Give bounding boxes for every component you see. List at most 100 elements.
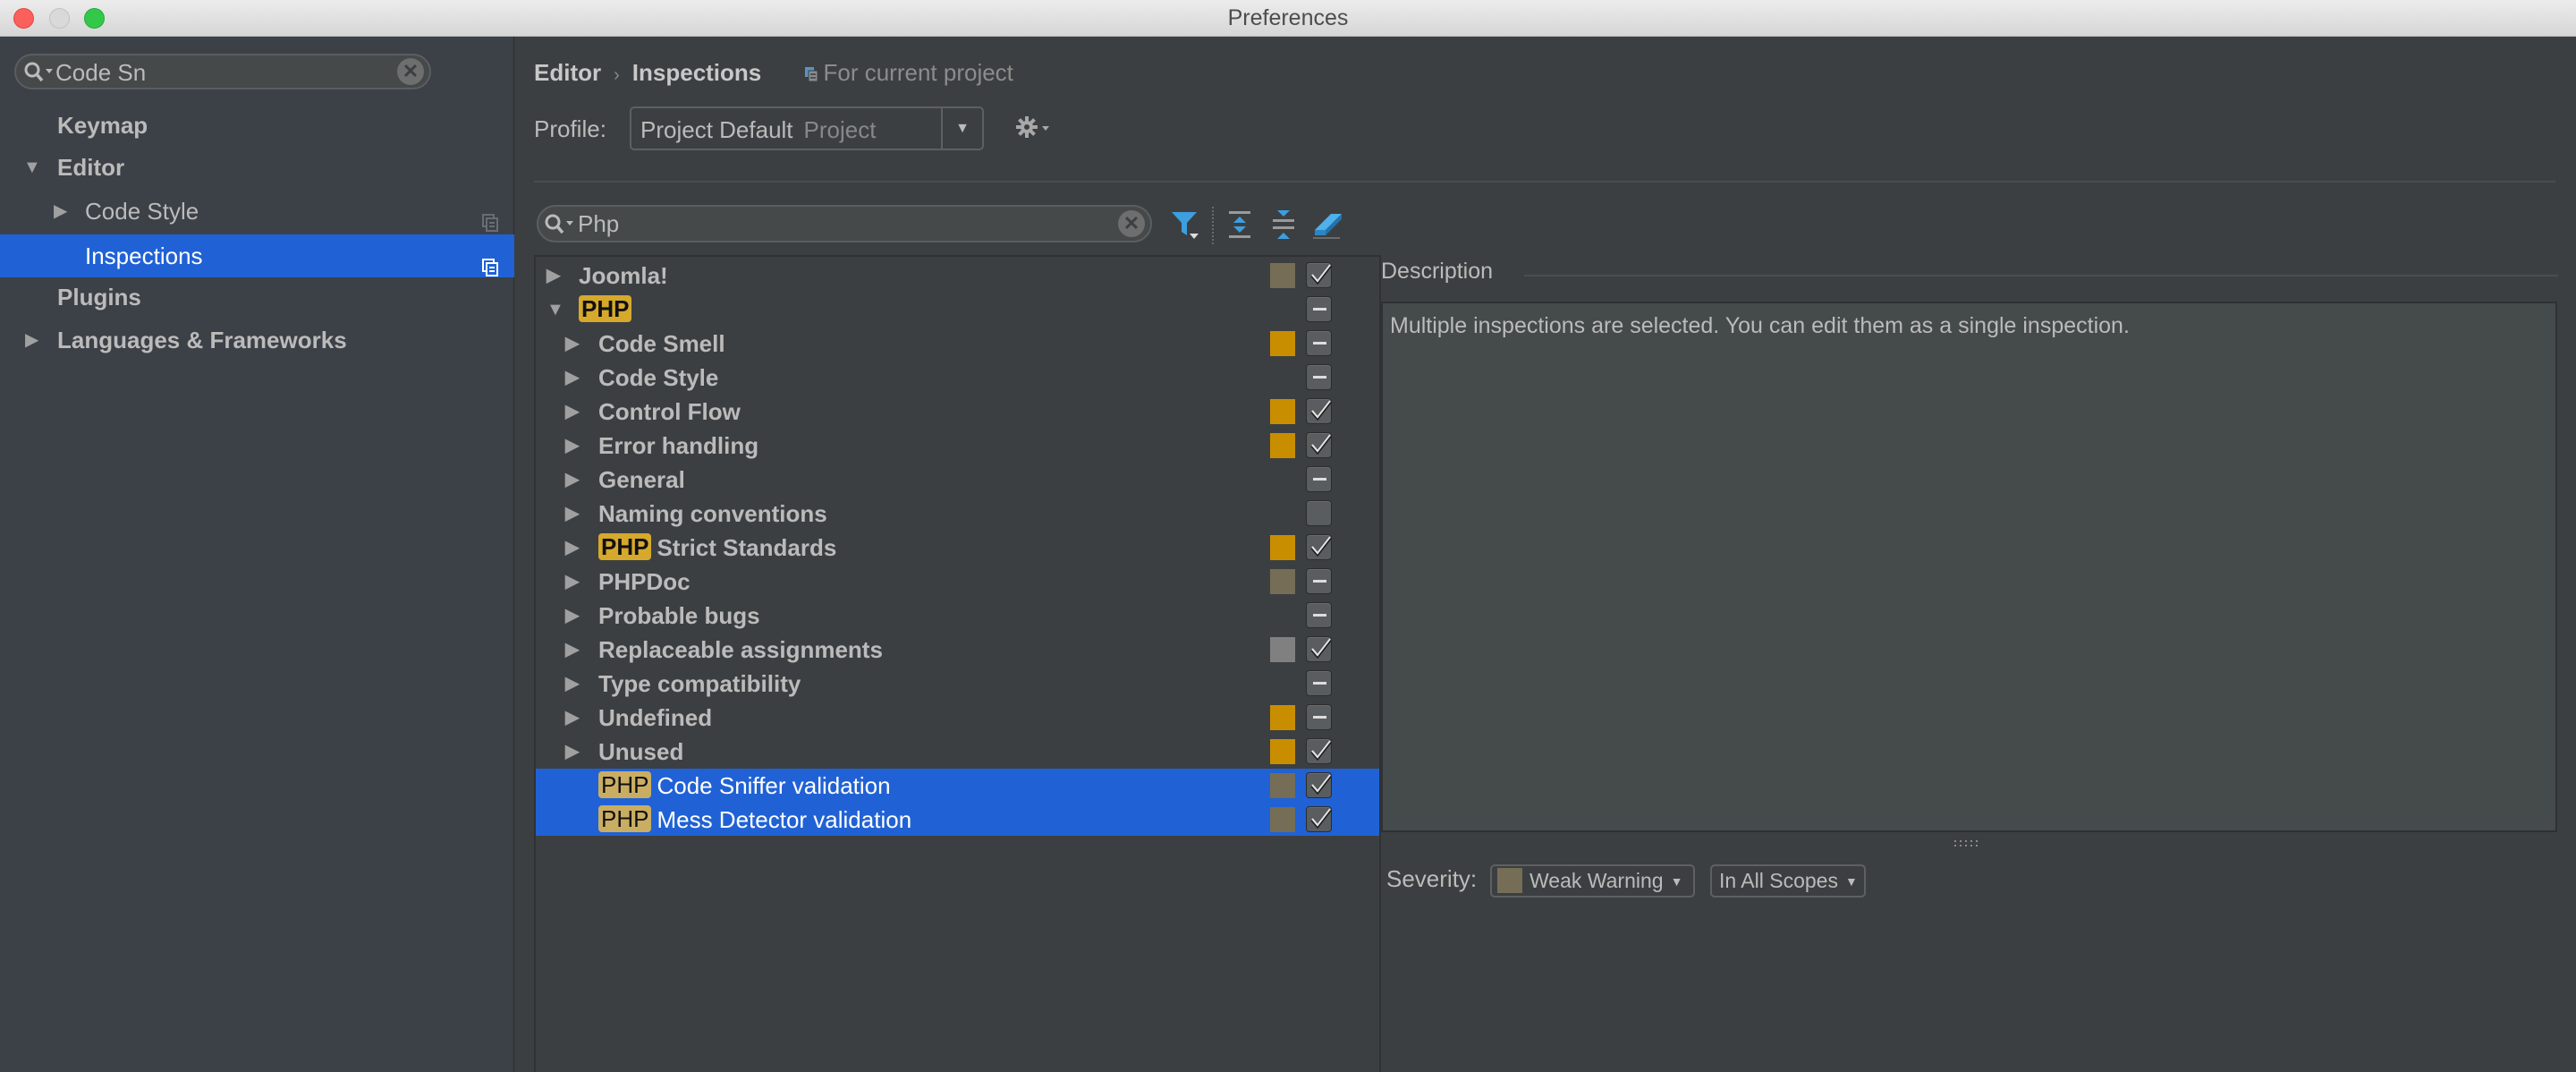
collapsed-arrow-icon[interactable]: ▶ — [565, 701, 579, 735]
enable-checkbox[interactable] — [1306, 296, 1332, 322]
severity-swatch — [1270, 705, 1295, 730]
sidebar-item-label: Keymap — [57, 112, 148, 139]
expand-all-icon[interactable] — [1224, 208, 1256, 241]
tree-row-text: Mess Detector validation — [657, 806, 912, 833]
enable-checkbox[interactable] — [1306, 738, 1332, 764]
sidebar-item-editor[interactable]: ▼ Editor — [0, 146, 514, 189]
profile-value: Project Default — [640, 116, 793, 143]
tree-row-text: Type compatibility — [598, 670, 801, 697]
eraser-icon[interactable] — [1311, 208, 1343, 241]
tree-row[interactable]: ▶ Code Style — [536, 361, 1379, 395]
collapsed-arrow-icon[interactable]: ▶ — [565, 327, 579, 361]
enable-checkbox[interactable] — [1306, 534, 1332, 560]
collapsed-arrow-icon[interactable]: ▶ — [565, 667, 579, 701]
profile-dropdown[interactable]: Project Default Project ▼ — [630, 106, 984, 150]
inspection-search-input[interactable] — [578, 208, 1097, 239]
expanded-arrow-icon[interactable]: ▼ — [23, 146, 41, 189]
sidebar-item-label: Code Style — [85, 198, 199, 225]
inspection-search-field[interactable]: ✕ — [537, 205, 1152, 242]
filter-icon[interactable] — [1170, 208, 1202, 241]
collapsed-arrow-icon[interactable]: ▶ — [54, 190, 67, 233]
enable-checkbox[interactable] — [1306, 432, 1332, 458]
tree-row-label: Type compatibility — [598, 667, 801, 701]
tree-row[interactable]: ▶ General — [536, 463, 1379, 497]
scope-dropdown[interactable]: In All Scopes ▼ — [1710, 864, 1866, 898]
severity-swatch — [1270, 535, 1295, 560]
chevron-down-icon[interactable]: ▼ — [941, 108, 982, 149]
tree-row[interactable]: ▶ Undefined — [536, 701, 1379, 735]
search-icon[interactable] — [23, 61, 55, 89]
settings-search-input[interactable] — [55, 57, 395, 88]
tree-row-text: Naming conventions — [598, 500, 827, 527]
tree-row[interactable]: ▶ PHPDoc — [536, 565, 1379, 599]
sidebar-item-languages-frameworks[interactable]: ▶ Languages & Frameworks — [0, 319, 514, 362]
collapsed-arrow-icon[interactable]: ▶ — [565, 361, 579, 395]
collapsed-arrow-icon[interactable]: ▶ — [565, 531, 579, 565]
tree-row[interactable]: ▶ Joomla! — [536, 259, 1379, 293]
enable-checkbox[interactable] — [1306, 806, 1332, 832]
enable-checkbox[interactable] — [1306, 466, 1332, 492]
tree-row[interactable]: PHP Mess Detector validation — [536, 803, 1379, 836]
tree-row[interactable]: ▶ PHP Strict Standards — [536, 531, 1379, 565]
collapsed-arrow-icon[interactable]: ▶ — [565, 429, 579, 463]
divider — [1524, 275, 2558, 277]
breadcrumb-parent[interactable]: Editor — [534, 59, 601, 86]
profile-label: Profile: — [534, 115, 606, 142]
collapsed-arrow-icon[interactable]: ▶ — [565, 565, 579, 599]
tree-row-text: Strict Standards — [657, 534, 837, 561]
collapsed-arrow-icon[interactable]: ▶ — [565, 735, 579, 769]
tree-row[interactable]: ▶ Error handling — [536, 429, 1379, 463]
settings-search-field[interactable]: ✕ — [14, 54, 431, 89]
sidebar-item-label: Languages & Frameworks — [57, 327, 347, 353]
tree-row-label: PHP Mess Detector validation — [598, 803, 911, 837]
sidebar-item-label: Editor — [57, 154, 125, 181]
tree-row-text: Joomla! — [579, 262, 668, 289]
tree-row[interactable]: ▶ Type compatibility — [536, 667, 1379, 701]
gear-icon[interactable] — [1015, 115, 1055, 140]
tree-row[interactable]: ▶ Control Flow — [536, 395, 1379, 429]
collapse-all-icon[interactable] — [1267, 208, 1300, 241]
resize-grip-icon[interactable] — [1953, 836, 1980, 847]
tree-row[interactable]: ▶ Naming conventions — [536, 497, 1379, 531]
sidebar-item-code-style[interactable]: ▶ Code Style — [0, 190, 514, 233]
tree-row[interactable]: ▶ Code Smell — [536, 327, 1379, 361]
enable-checkbox[interactable] — [1306, 330, 1332, 356]
collapsed-arrow-icon[interactable]: ▶ — [25, 319, 38, 362]
expanded-arrow-icon[interactable]: ▼ — [547, 293, 564, 327]
severity-dropdown[interactable]: Weak Warning ▼ — [1490, 864, 1695, 898]
tree-row[interactable]: ▼ PHP — [536, 293, 1379, 327]
enable-checkbox[interactable] — [1306, 704, 1332, 730]
clear-search-icon[interactable]: ✕ — [1118, 210, 1145, 237]
enable-checkbox[interactable] — [1306, 602, 1332, 628]
enable-checkbox[interactable] — [1306, 772, 1332, 798]
divider — [534, 181, 2555, 183]
sidebar-item-label: Inspections — [85, 242, 203, 269]
collapsed-arrow-icon[interactable]: ▶ — [565, 633, 579, 667]
enable-checkbox[interactable] — [1306, 398, 1332, 424]
settings-sidebar: ✕ Keymap ▼ Editor ▶ Code Style Inspectio… — [0, 37, 514, 1072]
search-icon[interactable] — [544, 213, 576, 241]
chevron-down-icon: ▼ — [1670, 874, 1683, 889]
collapsed-arrow-icon[interactable]: ▶ — [565, 463, 579, 497]
enable-checkbox[interactable] — [1306, 262, 1332, 288]
enable-checkbox[interactable] — [1306, 670, 1332, 696]
tree-row[interactable]: ▶ Replaceable assignments — [536, 633, 1379, 667]
tree-row-text: Undefined — [598, 704, 713, 731]
enable-checkbox[interactable] — [1306, 364, 1332, 390]
collapsed-arrow-icon[interactable]: ▶ — [547, 259, 560, 293]
enable-checkbox[interactable] — [1306, 500, 1332, 526]
collapsed-arrow-icon[interactable]: ▶ — [565, 395, 579, 429]
sidebar-item-keymap[interactable]: Keymap — [0, 104, 514, 147]
enable-checkbox[interactable] — [1306, 636, 1332, 662]
tree-row[interactable]: PHP Code Sniffer validation — [536, 769, 1379, 803]
scope-note: For current project — [804, 59, 1013, 86]
enable-checkbox[interactable] — [1306, 568, 1332, 594]
tree-row[interactable]: ▶ Unused — [536, 735, 1379, 769]
collapsed-arrow-icon[interactable]: ▶ — [565, 599, 579, 633]
sidebar-item-inspections[interactable]: Inspections — [0, 234, 514, 277]
tree-row-text: Error handling — [598, 432, 759, 459]
sidebar-item-plugins[interactable]: Plugins — [0, 276, 514, 319]
collapsed-arrow-icon[interactable]: ▶ — [565, 497, 579, 531]
tree-row[interactable]: ▶ Probable bugs — [536, 599, 1379, 633]
clear-search-icon[interactable]: ✕ — [397, 58, 424, 85]
